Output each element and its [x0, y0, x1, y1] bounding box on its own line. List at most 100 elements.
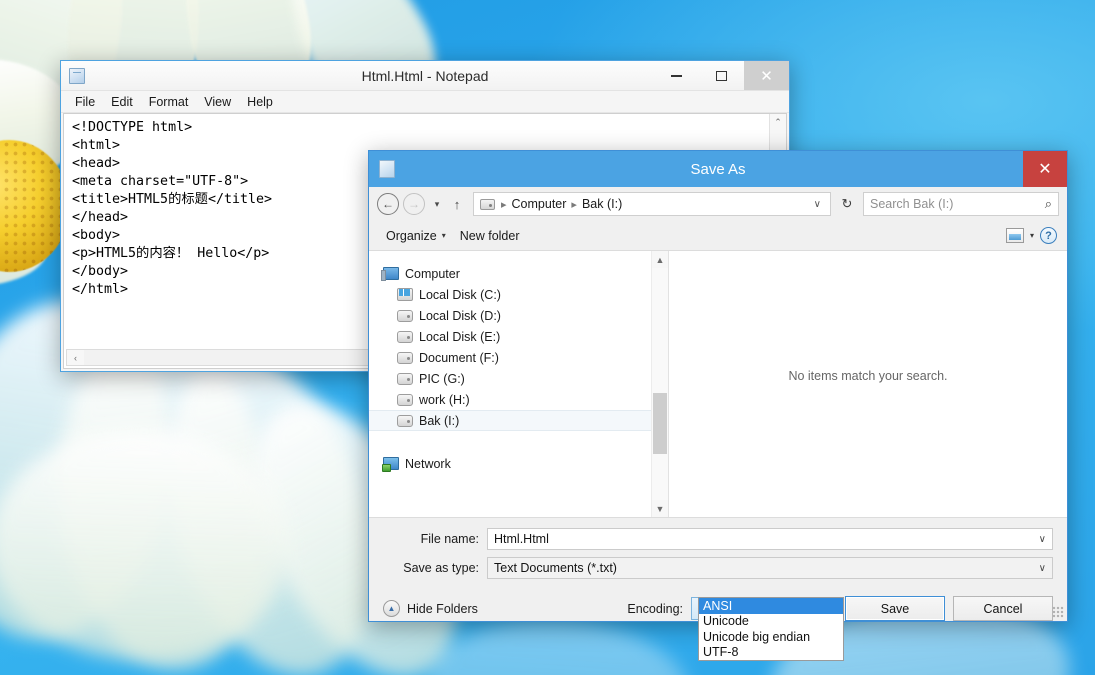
tree-vertical-scrollbar[interactable]: ▲ ▼ [651, 251, 668, 517]
maximize-button[interactable] [699, 61, 744, 90]
notepad-title-bar[interactable]: Html.Html - Notepad ✕ [61, 61, 789, 91]
recent-locations-button[interactable]: ▾ [429, 199, 445, 210]
search-icon[interactable]: ⌕ [1045, 196, 1052, 212]
tree-item-label: Computer [405, 267, 460, 281]
tree-item-label: Network [405, 457, 451, 471]
scroll-left-icon[interactable]: ‹ [67, 350, 84, 365]
menu-item-file[interactable]: File [67, 93, 103, 111]
tree-item-local-disk-d[interactable]: Local Disk (D:) [369, 305, 651, 326]
chevron-down-icon[interactable]: ∨ [1039, 534, 1046, 545]
organize-label: Organize [386, 229, 437, 243]
chevron-down-icon[interactable]: ▾ [1030, 231, 1034, 240]
file-list-pane[interactable]: No items match your search. [669, 251, 1067, 517]
chevron-down-icon[interactable]: ∨ [809, 199, 826, 210]
breadcrumb-bak[interactable]: Bak (I:) [580, 197, 624, 211]
computer-drive-icon [480, 199, 495, 210]
maximize-icon [716, 71, 727, 81]
breadcrumb-computer[interactable]: Computer [510, 197, 569, 211]
help-icon[interactable]: ? [1040, 227, 1057, 244]
save-as-type-row: Save as type: Text Documents (*.txt) ∨ [383, 557, 1053, 579]
dialog-title-text: Save As [369, 161, 1067, 178]
scroll-up-icon[interactable]: ⌃ [770, 114, 786, 131]
save-button[interactable]: Save [845, 596, 945, 621]
menu-item-edit[interactable]: Edit [103, 93, 141, 111]
computer-icon [383, 267, 399, 280]
tree-item-document-f[interactable]: Document (F:) [369, 347, 651, 368]
save-as-dialog[interactable]: Save As ✕ ← → ▾ ↑ ▸ Computer ▸ Bak (I:) … [368, 150, 1068, 622]
encoding-option-utf8[interactable]: UTF-8 [699, 645, 843, 661]
tree-item-label: Local Disk (C:) [419, 288, 501, 302]
view-mode-icon[interactable] [1006, 228, 1024, 243]
file-name-input[interactable]: Html.Html ∨ [487, 528, 1053, 550]
tree-item-work-h[interactable]: work (H:) [369, 389, 651, 410]
scrollbar-thumb[interactable] [653, 393, 667, 453]
hide-folders-label: Hide Folders [407, 602, 478, 616]
tree-item-label: Local Disk (D:) [419, 309, 501, 323]
chevron-down-icon: ▾ [442, 231, 446, 240]
tree-item-label: Local Disk (E:) [419, 330, 500, 344]
notepad-menu-bar: File Edit Format View Help [61, 91, 789, 113]
tree-item-label: PIC (G:) [419, 372, 465, 386]
drive-icon [397, 331, 413, 343]
empty-state-message: No items match your search. [788, 369, 947, 383]
dialog-toolbar: Organize ▾ New folder ▾ ? [369, 221, 1067, 251]
network-icon [383, 457, 399, 470]
drive-icon [397, 394, 413, 406]
forward-button[interactable]: → [403, 193, 425, 215]
tree-item-pic-g[interactable]: PIC (G:) [369, 368, 651, 389]
chevron-up-circle-icon: ▲ [383, 600, 400, 617]
file-name-row: File name: Html.Html ∨ [383, 528, 1053, 550]
new-folder-button[interactable]: New folder [453, 226, 527, 246]
drive-icon [397, 352, 413, 364]
tree-item-bak-i[interactable]: Bak (I:) [369, 410, 651, 431]
chevron-down-icon[interactable]: ∨ [1039, 563, 1046, 574]
navigation-tree-pane[interactable]: Computer Local Disk (C:) Local Disk (D:)… [369, 251, 669, 517]
scroll-up-icon[interactable]: ▲ [652, 251, 668, 268]
toolbar-right-group: ▾ ? [1006, 227, 1057, 244]
encoding-option-unicode[interactable]: Unicode [699, 614, 843, 630]
save-as-type-select[interactable]: Text Documents (*.txt) ∨ [487, 557, 1053, 579]
navigation-tree: Computer Local Disk (C:) Local Disk (D:)… [369, 251, 651, 517]
navigation-bar: ← → ▾ ↑ ▸ Computer ▸ Bak (I:) ∨ ↻ Search… [369, 187, 1067, 221]
drive-icon [397, 373, 413, 385]
notepad-icon [69, 68, 85, 84]
encoding-option-unicode-big-endian[interactable]: Unicode big endian [699, 629, 843, 645]
encoding-option-ansi[interactable]: ANSI [699, 598, 843, 614]
tree-item-local-disk-e[interactable]: Local Disk (E:) [369, 326, 651, 347]
save-as-type-label: Save as type: [383, 561, 487, 575]
organize-button[interactable]: Organize ▾ [379, 226, 453, 246]
drive-icon [397, 310, 413, 322]
cancel-button[interactable]: Cancel [953, 596, 1053, 621]
menu-item-format[interactable]: Format [141, 93, 197, 111]
file-name-label: File name: [383, 532, 487, 546]
tree-spacer [369, 431, 651, 453]
dialog-title-bar[interactable]: Save As ✕ [369, 151, 1067, 187]
close-button[interactable]: ✕ [744, 61, 789, 90]
system-drive-icon [397, 288, 413, 301]
file-name-value: Html.Html [494, 532, 549, 546]
save-as-type-value: Text Documents (*.txt) [494, 561, 617, 575]
tree-item-label: work (H:) [419, 393, 470, 407]
refresh-icon[interactable]: ↻ [835, 192, 859, 216]
breadcrumb-separator: ▸ [568, 198, 580, 211]
tree-item-label: Document (F:) [419, 351, 499, 365]
tree-item-computer[interactable]: Computer [369, 263, 651, 284]
notepad-window-controls: ✕ [654, 61, 789, 90]
tree-item-network[interactable]: Network [369, 453, 651, 474]
search-input[interactable]: Search Bak (I:) ⌕ [863, 192, 1059, 216]
encoding-dropdown-list[interactable]: ANSI Unicode Unicode big endian UTF-8 [698, 597, 844, 661]
menu-item-help[interactable]: Help [239, 93, 281, 111]
drive-icon [397, 415, 413, 427]
back-button[interactable]: ← [377, 193, 399, 215]
minimize-button[interactable] [654, 61, 699, 90]
minimize-icon [671, 75, 682, 77]
scroll-down-icon[interactable]: ▼ [652, 500, 668, 517]
encoding-label: Encoding: [627, 602, 683, 616]
up-button[interactable]: ↑ [449, 197, 465, 212]
tree-item-local-disk-c[interactable]: Local Disk (C:) [369, 284, 651, 305]
menu-item-view[interactable]: View [196, 93, 239, 111]
scrollbar-track[interactable] [652, 268, 668, 500]
address-bar[interactable]: ▸ Computer ▸ Bak (I:) ∨ [473, 192, 831, 216]
resize-grip[interactable] [1052, 606, 1064, 618]
hide-folders-button[interactable]: ▲ Hide Folders [383, 600, 478, 617]
